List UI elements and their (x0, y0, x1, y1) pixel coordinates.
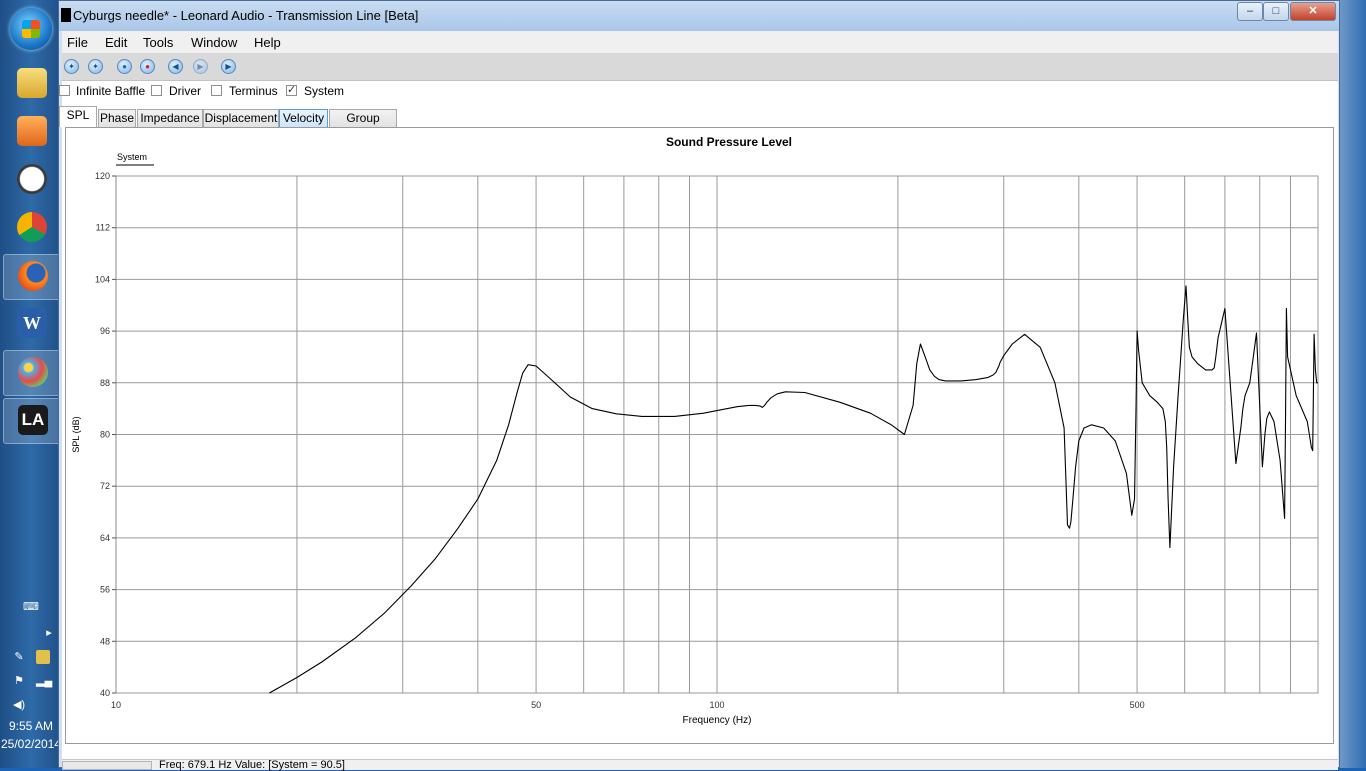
y-tick-label: 88 (100, 378, 110, 388)
y-tick-label: 120 (95, 171, 110, 181)
app-icon (61, 8, 71, 22)
y-tick-label: 72 (100, 481, 110, 491)
menu-window[interactable]: Window (191, 35, 237, 50)
status-bar: Freq: 679.1 Hz Value: [System = 90.5] (62, 759, 1338, 771)
y-tick-label: 56 (100, 585, 110, 595)
system-checkbox[interactable]: ✓ (286, 84, 297, 96)
y-tick-label: 48 (100, 636, 110, 646)
taskbar-chrome[interactable] (3, 206, 59, 250)
chart-tabs: SPL Phase Impedance Displacement Velocit… (59, 106, 1338, 142)
security-center-icon[interactable] (36, 650, 50, 664)
x-tick-label: 10 (111, 700, 121, 710)
y-tick-label: 112 (96, 223, 110, 233)
media-player-icon (17, 116, 47, 146)
menu-help[interactable]: Help (254, 35, 281, 50)
tab-displacement[interactable]: Displacement (203, 109, 279, 127)
y-tick-label: 64 (100, 533, 110, 543)
clock-icon (17, 164, 47, 194)
maximize-button[interactable]: □ (1263, 2, 1289, 21)
taskbar-media-player[interactable] (3, 110, 59, 154)
chrome-icon (17, 212, 47, 242)
close-button[interactable]: ✕ (1290, 2, 1336, 21)
x-tick-label: 50 (531, 700, 541, 710)
record-icon: ● (145, 62, 150, 71)
menu-tools[interactable]: Tools (143, 35, 173, 50)
taskbar-word[interactable]: W (3, 302, 59, 346)
terminus-checkbox[interactable] (211, 85, 222, 96)
paint-icon (18, 357, 48, 387)
tab-spl[interactable]: SPL (59, 106, 97, 127)
play-icon: ▶ (225, 62, 232, 71)
series-line-system (269, 285, 1318, 694)
taskbar-leonard-audio[interactable]: LA (3, 398, 61, 444)
terminus-label: Terminus (229, 84, 278, 98)
pin-icon[interactable]: ✎ (12, 650, 26, 664)
chart-title: Sound Pressure Level (666, 135, 792, 149)
driver-checkbox[interactable] (151, 85, 162, 96)
play-button[interactable]: ▶ (221, 59, 236, 74)
y-tick-label: 80 (100, 430, 110, 440)
title-bar[interactable]: Cyburgs needle* - Leonard Audio - Transm… (59, 1, 1339, 31)
firefox-icon (18, 261, 48, 291)
spl-chart[interactable]: 40 48 56 64 72 80 88 96 104 112 120 10 50 100 500 Sound… (66, 128, 1333, 743)
leonard-audio-icon: LA (18, 405, 48, 435)
network-signal-icon[interactable]: ▂▄ (36, 674, 52, 688)
menu-bar: File Edit Tools Window Help (62, 31, 1338, 53)
x-tick-label: 500 (1130, 700, 1145, 710)
record-button[interactable]: ● (140, 59, 155, 74)
show-hidden-icons-icon[interactable]: ▸ (42, 626, 56, 640)
infinite-baffle-checkbox[interactable] (59, 85, 70, 96)
system-label: System (304, 84, 345, 98)
status-readout: Freq: 679.1 Hz Value: [System = 90.5] (159, 759, 345, 771)
open-icon: ✦ (92, 62, 99, 71)
checkmark-icon: ✓ (287, 84, 297, 96)
y-tick-label: 40 (100, 688, 110, 698)
taskbar-paint[interactable] (3, 350, 61, 396)
status-progress-box (62, 761, 152, 770)
file-explorer-icon (17, 68, 47, 98)
tab-velocity[interactable]: Velocity (279, 109, 328, 127)
forward-icon: ▶ (197, 62, 204, 71)
legend-entry-system: System (117, 152, 147, 162)
action-center-flag-icon[interactable]: ⚑ (12, 674, 26, 688)
client-area: File Edit Tools Window Help ✦ ✦ ● ● ◀ ▶ … (59, 31, 1338, 771)
x-axis-label: Frequency (Hz) (683, 715, 752, 726)
keyboard-icon[interactable]: ⌨ (23, 600, 39, 614)
new-button[interactable]: ✦ (64, 59, 79, 74)
toolbar: ✦ ✦ ● ● ◀ ▶ ▶ (62, 53, 1338, 81)
clock-time[interactable]: 9:55 AM (0, 719, 62, 733)
tab-impedance[interactable]: Impedance (137, 109, 203, 127)
infinite-baffle-label: Infinite Baffle (76, 84, 146, 98)
menu-file[interactable]: File (67, 35, 88, 50)
taskbar-clock[interactable] (3, 158, 59, 202)
tab-group-delay[interactable]: Group Delay (329, 109, 397, 142)
desktop-edge (1340, 0, 1366, 768)
chart-panel: 40 48 56 64 72 80 88 96 104 112 120 10 50 100 500 Sound… (65, 127, 1334, 744)
y-axis-label: SPL (dB) (71, 416, 81, 452)
save-icon: ● (122, 62, 127, 71)
start-orb-icon[interactable] (10, 8, 52, 50)
taskbar: W LA ⌨ ▸ ✎ ⚑ ▂▄ ◀) 9:55 AM 25/02/2014 (0, 0, 63, 768)
tab-phase[interactable]: Phase (98, 109, 136, 127)
y-tick-label: 104 (95, 274, 110, 284)
new-icon: ✦ (68, 62, 75, 71)
back-button[interactable]: ◀ (168, 59, 183, 74)
word-icon: W (17, 308, 47, 338)
y-tick-label: 96 (100, 326, 110, 336)
taskbar-firefox[interactable] (3, 254, 61, 300)
series-checkbox-row: Infinite Baffle Driver Terminus ✓ System (59, 81, 1338, 103)
volume-icon[interactable]: ◀) (12, 698, 26, 712)
open-button[interactable]: ✦ (88, 59, 103, 74)
forward-button[interactable]: ▶ (193, 59, 208, 74)
back-icon: ◀ (172, 62, 179, 71)
menu-edit[interactable]: Edit (105, 35, 127, 50)
minimize-button[interactable]: ‒ (1237, 2, 1263, 21)
taskbar-file-explorer[interactable] (3, 62, 59, 106)
save-button[interactable]: ● (117, 59, 132, 74)
window-title: Cyburgs needle* - Leonard Audio - Transm… (73, 8, 419, 23)
x-tick-label: 100 (709, 700, 724, 710)
clock-date[interactable]: 25/02/2014 (0, 737, 62, 751)
app-window: Cyburgs needle* - Leonard Audio - Transm… (58, 0, 1340, 771)
driver-label: Driver (169, 84, 201, 98)
